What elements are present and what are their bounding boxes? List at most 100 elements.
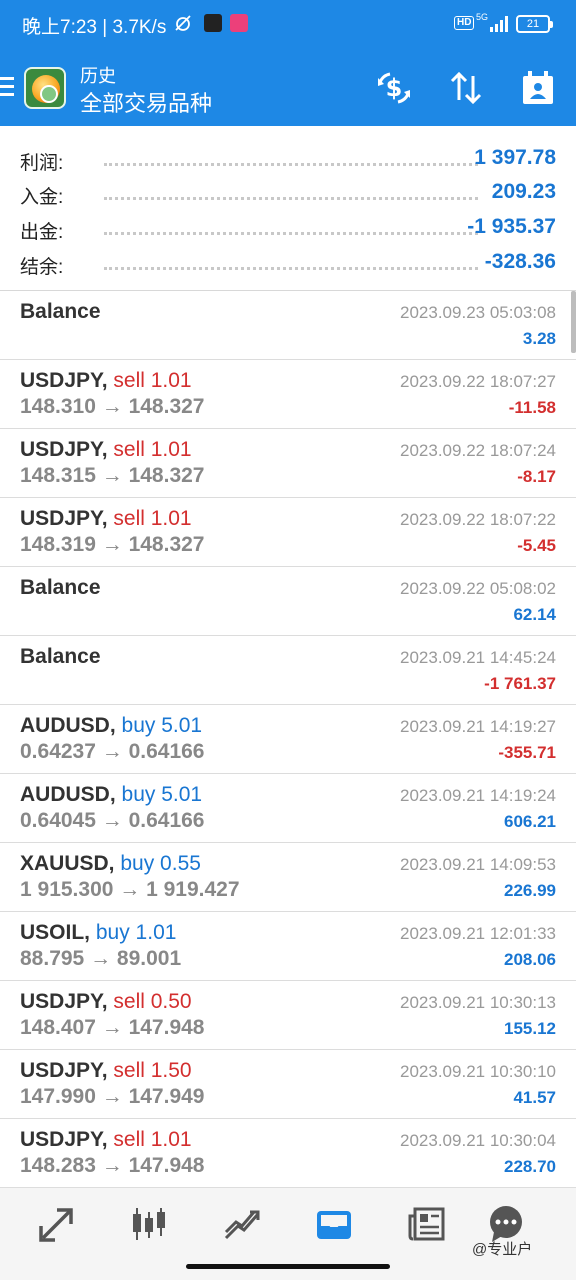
deal-date: 2023.09.22 18:07:22 xyxy=(400,510,556,529)
deal-date: 2023.09.21 10:30:13 xyxy=(400,993,556,1012)
deal-side-volume: sell 1.50 xyxy=(113,1059,192,1082)
deal-row[interactable]: USDJPY, sell 1.01 148.310 → 148.327 2023.0… xyxy=(0,360,576,429)
summary-row-withdrawal: 出金: -1 935.37 xyxy=(0,211,576,245)
deal-date: 2023.09.21 14:19:24 xyxy=(400,786,556,805)
deal-date: 2023.09.21 12:01:33 xyxy=(400,924,556,943)
currency-exchange-icon[interactable]: $ xyxy=(376,70,412,106)
deal-date: 2023.09.21 14:19:27 xyxy=(400,717,556,736)
deal-symbol: Balance xyxy=(20,300,101,323)
battery-icon: 21 xyxy=(516,15,553,33)
summary-value: 1 397.78 xyxy=(474,146,556,169)
deal-row[interactable]: AUDUSD, buy 5.01 0.64045 → 0.64166 2023.09… xyxy=(0,774,576,843)
deal-date: 2023.09.21 10:30:04 xyxy=(400,1131,556,1150)
scrollbar[interactable] xyxy=(571,291,576,353)
deal-profit: 208.06 xyxy=(504,950,556,969)
history-inbox-icon[interactable] xyxy=(314,1204,354,1244)
deal-symbol: USDJPY, sell 1.01 xyxy=(20,369,192,392)
deal-date: 2023.09.21 14:09:53 xyxy=(400,855,556,874)
app-header: 晚上7:23 | 3.7K/s HD 5G 21 历史 全部交易品种 $ xyxy=(0,0,576,126)
deal-prices: 1 915.300 → 1 919.427 xyxy=(20,878,240,901)
deal-symbol: USDJPY, sell 0.50 xyxy=(20,990,192,1013)
chart-candles-icon[interactable] xyxy=(129,1204,169,1244)
summary-value: -1 935.37 xyxy=(467,215,556,238)
symbol-selector[interactable]: 全部交易品种 xyxy=(80,86,212,118)
balance-row[interactable]: Balance 2023.09.22 05:08:02 62.14 xyxy=(0,567,576,636)
deal-row[interactable]: USDJPY, sell 1.01 148.283 → 147.948 2023.0… xyxy=(0,1119,576,1188)
deal-profit: 228.70 xyxy=(504,1157,556,1176)
alarm-off-icon xyxy=(175,15,191,31)
deal-side-volume: sell 1.01 xyxy=(113,1128,192,1151)
network-type: 5G xyxy=(476,12,489,22)
app-logo xyxy=(24,67,66,109)
deal-side-volume: buy 0.55 xyxy=(120,852,201,875)
header-subtitle: 历史 xyxy=(80,66,116,86)
deal-prices: 0.64045 → 0.64166 xyxy=(20,809,205,832)
deal-symbol: USDJPY, sell 1.50 xyxy=(20,1059,192,1082)
balance-row[interactable]: Balance 2023.09.23 05:03:08 3.28 xyxy=(0,291,576,360)
summary-row-balance: 结余: -328.36 xyxy=(0,246,576,280)
deal-prices: 148.283 → 147.948 xyxy=(20,1154,205,1177)
deal-row[interactable]: XAUUSD, buy 0.55 1 915.300 → 1 919.427 202… xyxy=(0,843,576,912)
calendar-person-icon[interactable] xyxy=(520,70,556,106)
hd-badge: HD xyxy=(454,16,475,30)
summary-label: 利润: xyxy=(20,153,64,174)
deal-symbol: USDJPY, sell 1.01 xyxy=(20,507,192,530)
menu-icon[interactable] xyxy=(0,77,16,97)
deal-date: 2023.09.21 14:45:24 xyxy=(400,648,556,667)
deal-prices: 147.990 → 147.949 xyxy=(20,1085,205,1108)
deal-profit: -1 761.37 xyxy=(484,674,556,693)
deal-profit: -5.45 xyxy=(517,536,556,555)
deal-date: 2023.09.22 05:08:02 xyxy=(400,579,556,598)
deal-date: 2023.09.21 10:30:10 xyxy=(400,1062,556,1081)
deal-symbol: USOIL, buy 1.01 xyxy=(20,921,177,944)
summary-value: 209.23 xyxy=(491,180,556,203)
balance-row[interactable]: Balance 2023.09.21 14:45:24 -1 761.37 xyxy=(0,636,576,705)
deal-prices: 148.310 → 148.327 xyxy=(20,395,205,418)
deal-symbol: USDJPY, sell 1.01 xyxy=(20,1128,192,1151)
deal-profit: 3.28 xyxy=(522,329,556,348)
deal-row[interactable]: AUDUSD, buy 5.01 0.64237 → 0.64166 2023.09… xyxy=(0,705,576,774)
deal-side-volume: buy 5.01 xyxy=(121,714,203,737)
summary-row-profit: 利润: 1 397.78 xyxy=(0,142,576,176)
deal-profit: -8.17 xyxy=(517,467,556,486)
deal-symbol: AUDUSD, buy 5.01 xyxy=(20,714,203,737)
deal-profit: -11.58 xyxy=(508,398,556,417)
home-indicator[interactable] xyxy=(186,1264,390,1269)
deal-symbol: Balance xyxy=(20,576,101,599)
deal-side-volume: sell 1.01 xyxy=(113,507,192,530)
status-time: 晚上7:23 | 3.7K/s xyxy=(22,17,167,38)
deal-profit: 41.57 xyxy=(513,1088,556,1107)
deal-row[interactable]: USDJPY, sell 1.01 148.315 → 148.327 2023.0… xyxy=(0,429,576,498)
trade-chart-icon[interactable] xyxy=(222,1204,262,1244)
summary-panel: 利润: 1 397.78 入金: 209.23 出金: -1 935.37 结余… xyxy=(0,126,576,291)
dotted-leader xyxy=(104,163,478,166)
summary-label: 入金: xyxy=(20,187,64,208)
deal-symbol: Balance xyxy=(20,645,101,668)
deal-symbol: AUDUSD, buy 5.01 xyxy=(20,783,203,806)
app-notification-icon xyxy=(204,14,222,32)
deal-profit: 155.12 xyxy=(504,1019,556,1038)
deal-profit: -355.71 xyxy=(498,743,556,762)
watermark: @专业户 xyxy=(472,1241,533,1258)
deal-profit: 606.21 xyxy=(504,812,556,831)
summary-row-deposit: 入金: 209.23 xyxy=(0,176,576,210)
sort-icon[interactable] xyxy=(448,70,484,106)
deal-prices: 148.319 → 148.327 xyxy=(20,533,205,556)
deal-profit: 62.14 xyxy=(513,605,556,624)
deal-side-volume: sell 1.01 xyxy=(113,438,192,461)
deal-row[interactable]: USDJPY, sell 1.01 148.319 → 148.327 2023.0… xyxy=(0,498,576,567)
deal-side-volume: buy 5.01 xyxy=(121,783,203,806)
deal-row[interactable]: USDJPY, sell 1.50 147.990 → 147.949 2023.0… xyxy=(0,1050,576,1119)
deal-row[interactable]: USDJPY, sell 0.50 148.407 → 147.948 2023.0… xyxy=(0,981,576,1050)
deal-date: 2023.09.22 18:07:24 xyxy=(400,441,556,460)
status-bar: 晚上7:23 | 3.7K/s HD 5G 21 xyxy=(0,0,576,50)
news-icon[interactable] xyxy=(407,1204,447,1244)
deal-row[interactable]: USOIL, buy 1.01 88.795 → 89.001 2023.09.21… xyxy=(0,912,576,981)
quotes-arrows-icon[interactable] xyxy=(37,1204,77,1244)
deal-symbol: USDJPY, sell 1.01 xyxy=(20,438,192,461)
deal-profit: 226.99 xyxy=(504,881,556,900)
svg-text:$: $ xyxy=(386,74,403,102)
signal-icon xyxy=(490,16,510,32)
summary-value: -328.36 xyxy=(484,250,556,273)
deal-side-volume: buy 1.01 xyxy=(95,921,177,944)
